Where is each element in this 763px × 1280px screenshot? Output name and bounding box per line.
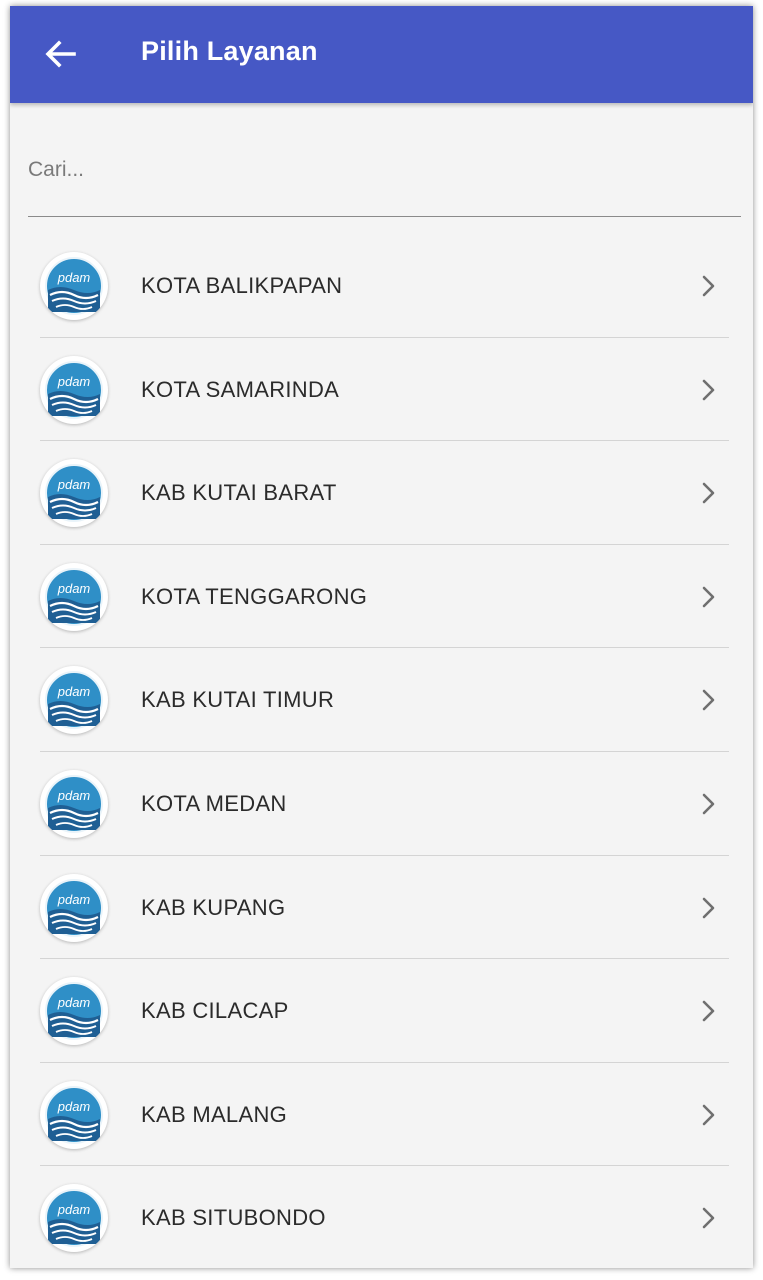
- list-item-label: KAB KUTAI BARAT: [141, 480, 337, 506]
- list-item-3[interactable]: pdam KOTA TENGGARONG: [10, 545, 753, 649]
- pdam-logo-icon: pdam: [40, 1184, 108, 1253]
- svg-text:pdam: pdam: [57, 1202, 91, 1217]
- arrow-left-icon: [45, 40, 76, 68]
- pdam-logo-icon: pdam: [40, 666, 108, 735]
- pdam-logo-icon: pdam: [40, 769, 108, 838]
- chevron-right-icon: [702, 379, 715, 400]
- pdam-logo-icon: pdam: [40, 355, 108, 424]
- list-item-label: KAB KUTAI TIMUR: [141, 687, 335, 713]
- pdam-logo-icon: pdam: [40, 252, 108, 320]
- pdam-logo-icon: pdam: [40, 873, 108, 942]
- service-list: pdam KOTA BALIKPAPAN pdam KOTA SAMARINDA: [10, 234, 753, 1268]
- list-item-4[interactable]: pdam KAB KUTAI TIMUR: [10, 648, 753, 752]
- list-item-7[interactable]: pdam KAB CILACAP: [10, 959, 753, 1063]
- svg-text:pdam: pdam: [57, 1099, 91, 1114]
- chevron-right-icon: [702, 897, 715, 918]
- list-item-1[interactable]: pdam KOTA SAMARINDA: [10, 338, 753, 442]
- svg-text:pdam: pdam: [57, 374, 91, 389]
- list-item-9[interactable]: pdam KAB SITUBONDO: [10, 1166, 753, 1268]
- svg-text:pdam: pdam: [57, 270, 91, 285]
- app-screen: Pilih Layanan pdam KOTA BALIKPAPAN: [10, 6, 753, 1268]
- list-item-label: KOTA MEDAN: [141, 790, 287, 816]
- pdam-logo-icon: pdam: [40, 562, 108, 631]
- list-item-label: KOTA SAMARINDA: [141, 376, 340, 402]
- chevron-right-icon: [702, 586, 715, 608]
- pdam-logo-icon: pdam: [40, 977, 108, 1046]
- list-item-2[interactable]: pdam KAB KUTAI BARAT: [10, 441, 753, 545]
- list-item-label: KAB SITUBONDO: [141, 1205, 326, 1231]
- svg-text:pdam: pdam: [57, 788, 91, 803]
- svg-text:pdam: pdam: [57, 581, 91, 596]
- chevron-right-icon: [702, 793, 715, 815]
- chevron-right-icon: [702, 1208, 715, 1229]
- svg-text:pdam: pdam: [57, 892, 91, 907]
- svg-text:pdam: pdam: [57, 477, 91, 492]
- svg-text:pdam: pdam: [57, 995, 91, 1010]
- chevron-right-icon: [702, 482, 715, 504]
- chevron-right-icon: [702, 275, 715, 297]
- pdam-logo-icon: pdam: [40, 459, 108, 528]
- list-item-label: KOTA BALIKPAPAN: [141, 273, 343, 298]
- chevron-right-icon: [702, 1104, 715, 1126]
- page-title: Pilih Layanan: [141, 36, 318, 66]
- list-item-0[interactable]: pdam KOTA BALIKPAPAN: [10, 234, 753, 338]
- list-item-label: KAB CILACAP: [141, 998, 289, 1024]
- list-item-label: KAB MALANG: [141, 1101, 288, 1127]
- svg-text:pdam: pdam: [57, 684, 91, 699]
- list-item-5[interactable]: pdam KOTA MEDAN: [10, 752, 753, 856]
- search-input[interactable]: [28, 150, 728, 190]
- pdam-logo-icon: pdam: [40, 1080, 108, 1149]
- back-button[interactable]: [40, 34, 80, 74]
- search-field: [28, 136, 741, 217]
- app-bar: Pilih Layanan: [10, 6, 753, 103]
- list-item-label: KAB KUPANG: [141, 894, 286, 920]
- chevron-right-icon: [702, 690, 715, 711]
- chevron-right-icon: [702, 1000, 715, 1022]
- list-item-8[interactable]: pdam KAB MALANG: [10, 1063, 753, 1167]
- list-item-label: KOTA TENGGARONG: [141, 583, 368, 609]
- list-item-6[interactable]: pdam KAB KUPANG: [10, 856, 753, 960]
